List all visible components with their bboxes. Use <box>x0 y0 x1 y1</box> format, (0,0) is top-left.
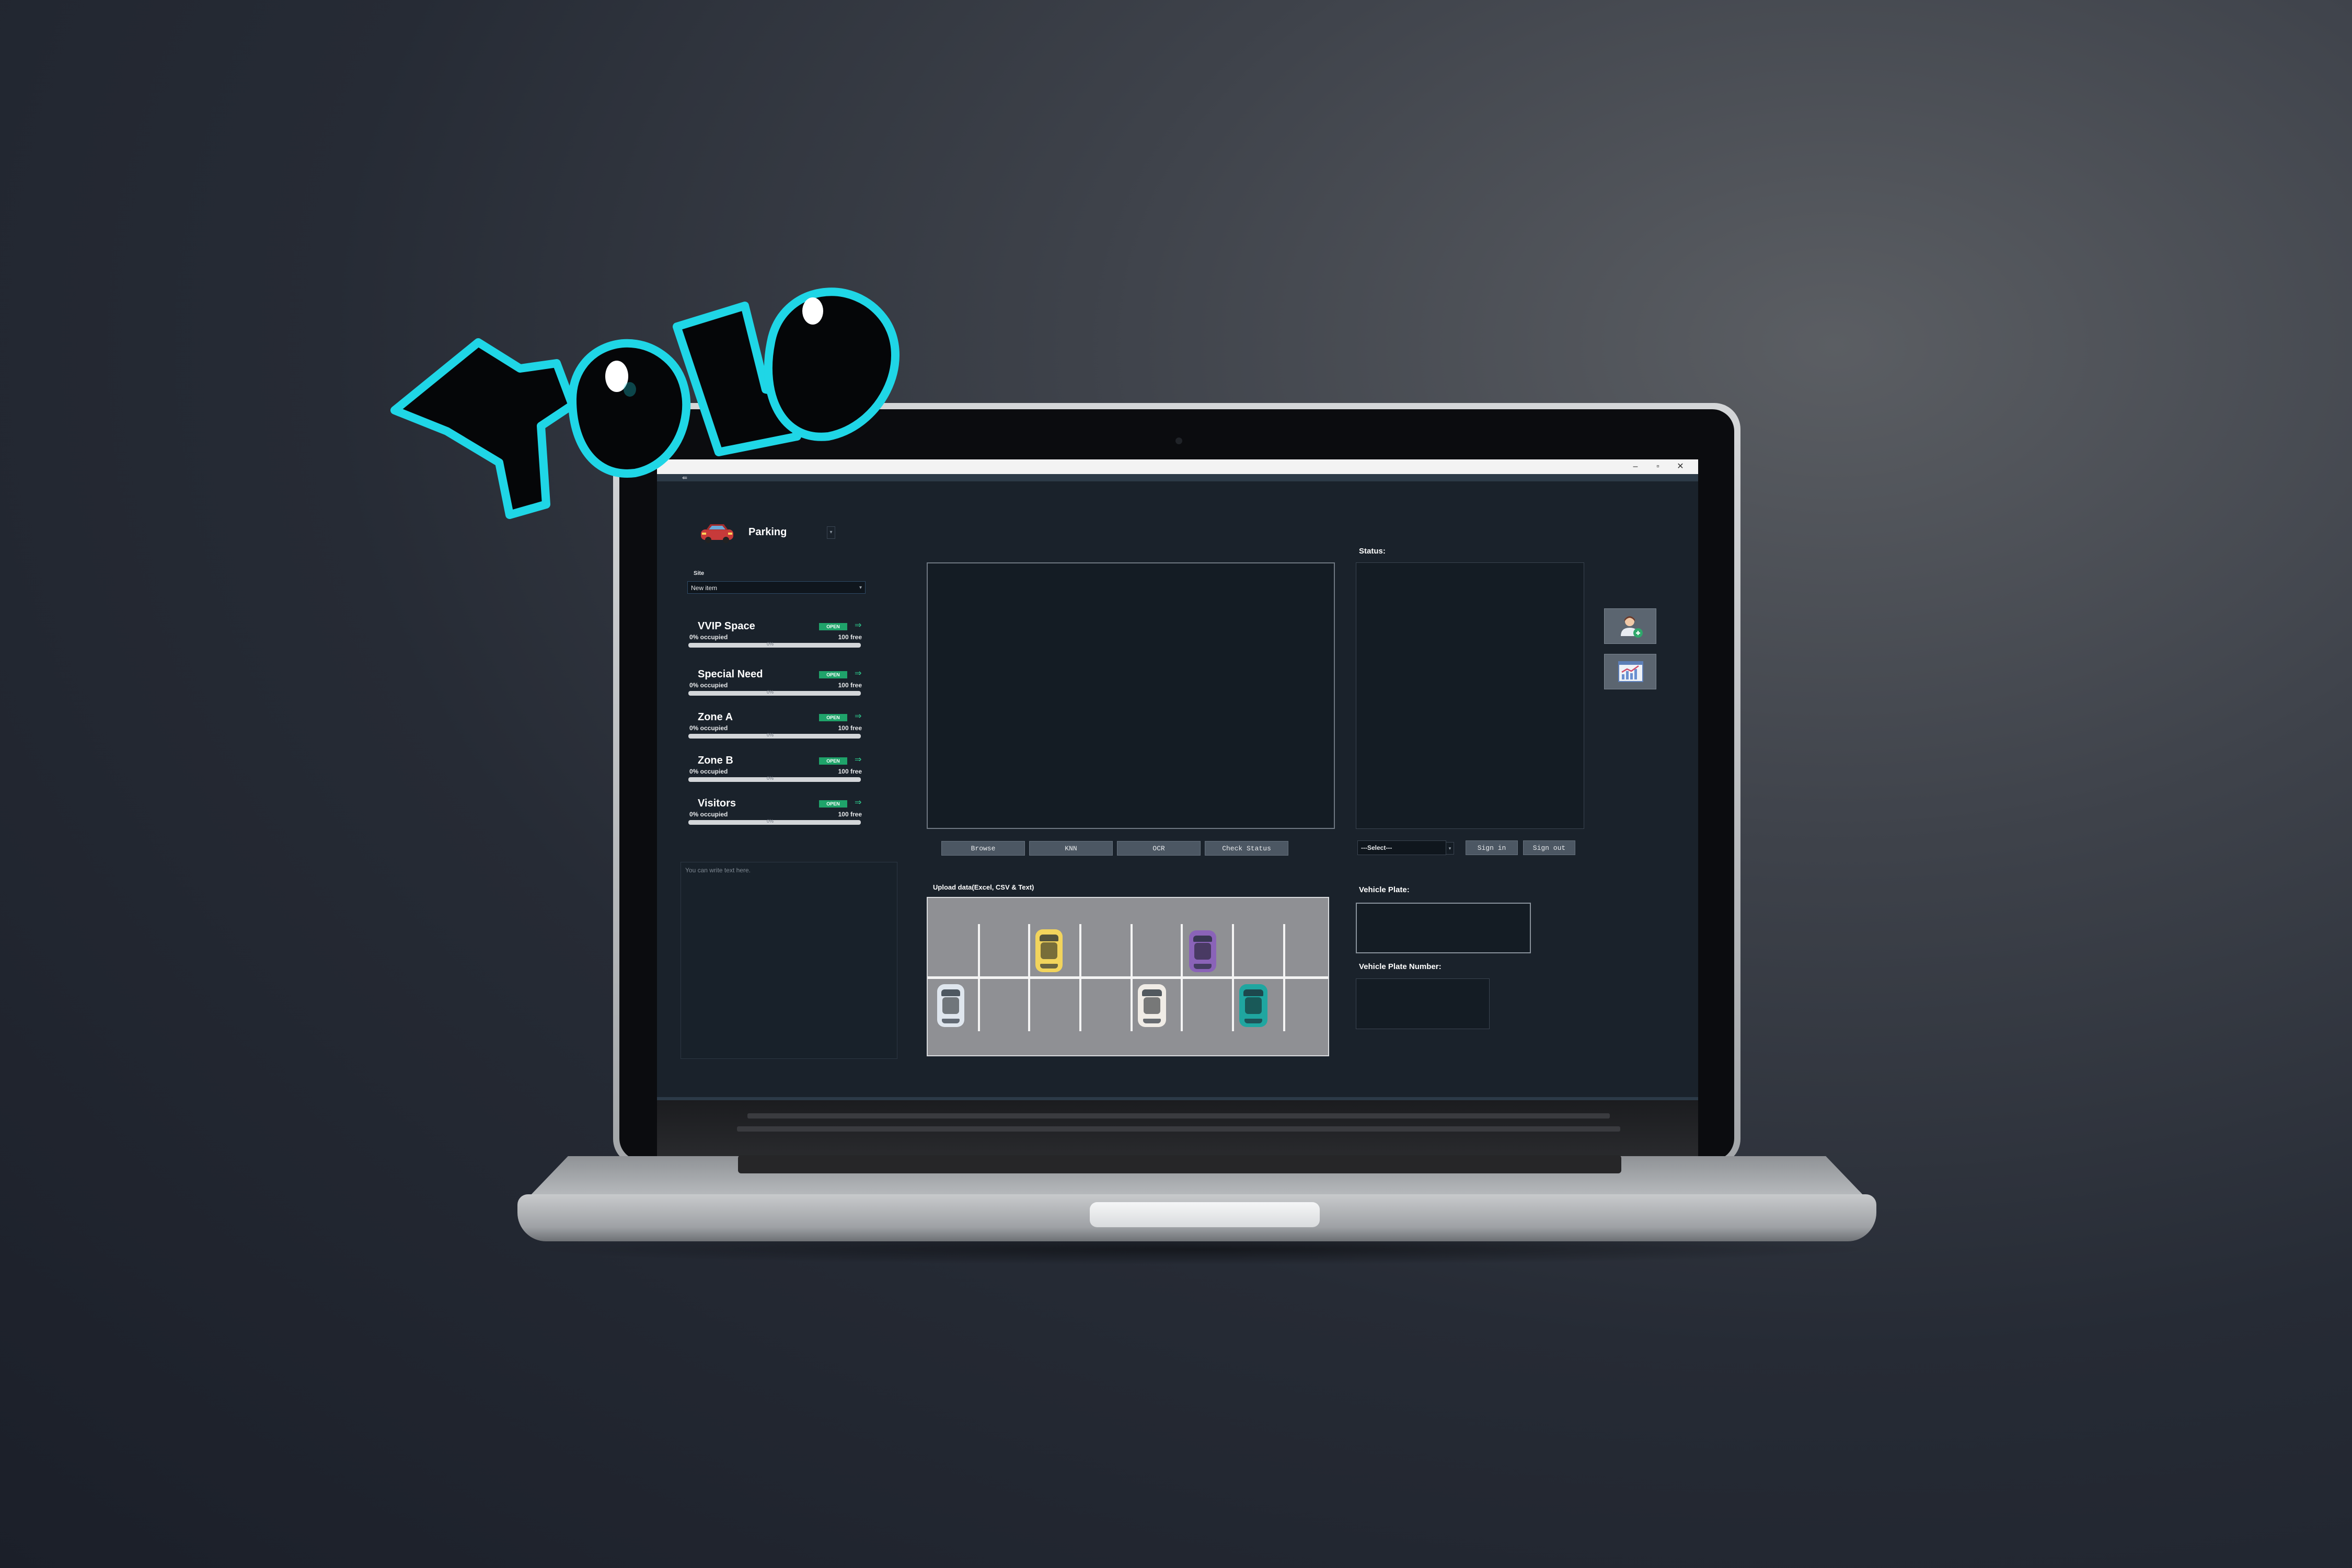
zone-progress-bar <box>688 734 861 739</box>
parked-car <box>1189 930 1216 972</box>
laptop-notch <box>1090 1202 1320 1227</box>
add-user-icon <box>1619 614 1644 642</box>
sign-out-button[interactable]: Sign out <box>1523 840 1575 855</box>
lot-line <box>1283 924 1285 976</box>
status-panel <box>1356 562 1584 829</box>
lot-line <box>1131 924 1133 976</box>
zone-occupied: 0% occupied <box>689 682 728 689</box>
zone-free: 100 free <box>838 633 862 641</box>
lot-line <box>1079 924 1081 976</box>
camera-preview-panel <box>927 562 1335 829</box>
ocr-button[interactable]: OCR <box>1117 841 1201 856</box>
lot-line <box>1131 979 1133 1031</box>
lot-line <box>928 976 1328 979</box>
zone-card[interactable]: Zone B OPEN ⇒ 0% occupied 100 free 0% <box>688 755 866 791</box>
vehicle-plate-image <box>1356 903 1531 953</box>
zone-occupied: 0% occupied <box>689 811 728 818</box>
parked-car <box>1138 984 1166 1027</box>
zone-free: 100 free <box>838 724 862 732</box>
keyboard-row <box>737 1126 1620 1132</box>
lot-line <box>1079 979 1081 1031</box>
zone-name: Zone B <box>698 755 733 766</box>
maximize-button[interactable]: ▫ <box>1647 459 1668 474</box>
zone-percent: 0% <box>767 641 774 647</box>
zone-progress-bar <box>688 777 861 782</box>
vehicle-plate-number-field[interactable] <box>1356 978 1490 1029</box>
zone-status-badge: OPEN <box>819 757 847 765</box>
parked-car <box>937 984 964 1027</box>
zone-status-badge: OPEN <box>819 671 847 678</box>
arrow-right-icon[interactable]: ⇒ <box>855 620 861 631</box>
zone-percent: 0% <box>767 818 774 824</box>
lot-line <box>1181 924 1183 976</box>
vehicle-plate-number-label: Vehicle Plate Number: <box>1359 962 1442 971</box>
webcam <box>1175 437 1182 444</box>
zone-progress-bar <box>688 691 861 696</box>
keyboard-row <box>747 1113 1610 1119</box>
lot-line <box>978 924 980 976</box>
knn-button[interactable]: KNN <box>1029 841 1113 856</box>
zone-name: Visitors <box>698 798 736 809</box>
zone-name: VVIP Space <box>698 620 755 632</box>
analytics-chart-icon <box>1618 660 1644 686</box>
zone-percent: 0% <box>767 776 774 781</box>
keyboard-row <box>738 1155 1621 1173</box>
notes-placeholder: You can write text here. <box>685 867 751 874</box>
analytics-button[interactable] <box>1604 654 1656 689</box>
lot-line <box>978 979 980 1031</box>
zone-status-badge: OPEN <box>819 714 847 721</box>
zone-occupied: 0% occupied <box>689 633 728 641</box>
zone-percent: 0% <box>767 689 774 695</box>
zone-name: Zone A <box>698 711 733 723</box>
zone-free: 100 free <box>838 768 862 775</box>
parking-lot-view <box>927 897 1329 1056</box>
close-button[interactable]: ✕ <box>1670 459 1691 474</box>
zone-progress-bar <box>688 820 861 825</box>
notes-textarea[interactable]: You can write text here. <box>681 862 897 1059</box>
zone-status-badge: OPEN <box>819 800 847 808</box>
zone-status-badge: OPEN <box>819 623 847 630</box>
sign-in-button[interactable]: Sign in <box>1466 840 1518 855</box>
zone-card[interactable]: VVIP Space OPEN ⇒ 0% occupied 100 free 0… <box>688 620 866 657</box>
check-status-button[interactable]: Check Status <box>1205 841 1288 856</box>
zone-free: 100 free <box>838 682 862 689</box>
zone-percent: 0% <box>767 732 774 737</box>
yolo-logo <box>384 264 923 588</box>
zone-free: 100 free <box>838 811 862 818</box>
zone-name: Special Need <box>698 668 763 680</box>
parked-car <box>1239 984 1267 1027</box>
status-label: Status: <box>1359 547 1386 556</box>
arrow-right-icon[interactable]: ⇒ <box>855 711 861 722</box>
zone-card[interactable]: Visitors OPEN ⇒ 0% occupied 100 free 0% <box>688 798 866 834</box>
zone-card[interactable]: Special Need OPEN ⇒ 0% occupied 100 free… <box>688 668 866 705</box>
lot-line <box>1232 979 1234 1031</box>
zone-occupied: 0% occupied <box>689 768 728 775</box>
zone-card[interactable]: Zone A OPEN ⇒ 0% occupied 100 free 0% <box>688 711 866 748</box>
arrow-right-icon[interactable]: ⇒ <box>855 668 861 679</box>
lot-line <box>1181 979 1183 1031</box>
lot-line <box>1028 979 1030 1031</box>
parked-car <box>1035 929 1063 972</box>
vehicle-plate-label: Vehicle Plate: <box>1359 885 1410 894</box>
chevron-down-icon: ▾ <box>1446 842 1454 855</box>
arrow-right-icon[interactable]: ⇒ <box>855 798 861 808</box>
arrow-right-icon[interactable]: ⇒ <box>855 755 861 765</box>
lot-line <box>1232 924 1234 976</box>
user-select-value: ---Select--- <box>1361 844 1392 851</box>
upload-label: Upload data(Excel, CSV & Text) <box>933 883 1034 891</box>
add-user-button[interactable] <box>1604 608 1656 644</box>
minimize-button[interactable]: – <box>1625 459 1646 474</box>
zone-progress-bar <box>688 643 861 648</box>
lot-line <box>1283 979 1285 1031</box>
user-select[interactable]: ---Select--- ▾ <box>1357 840 1454 855</box>
browse-button[interactable]: Browse <box>941 841 1025 856</box>
zone-occupied: 0% occupied <box>689 724 728 732</box>
lot-line <box>1028 924 1030 976</box>
